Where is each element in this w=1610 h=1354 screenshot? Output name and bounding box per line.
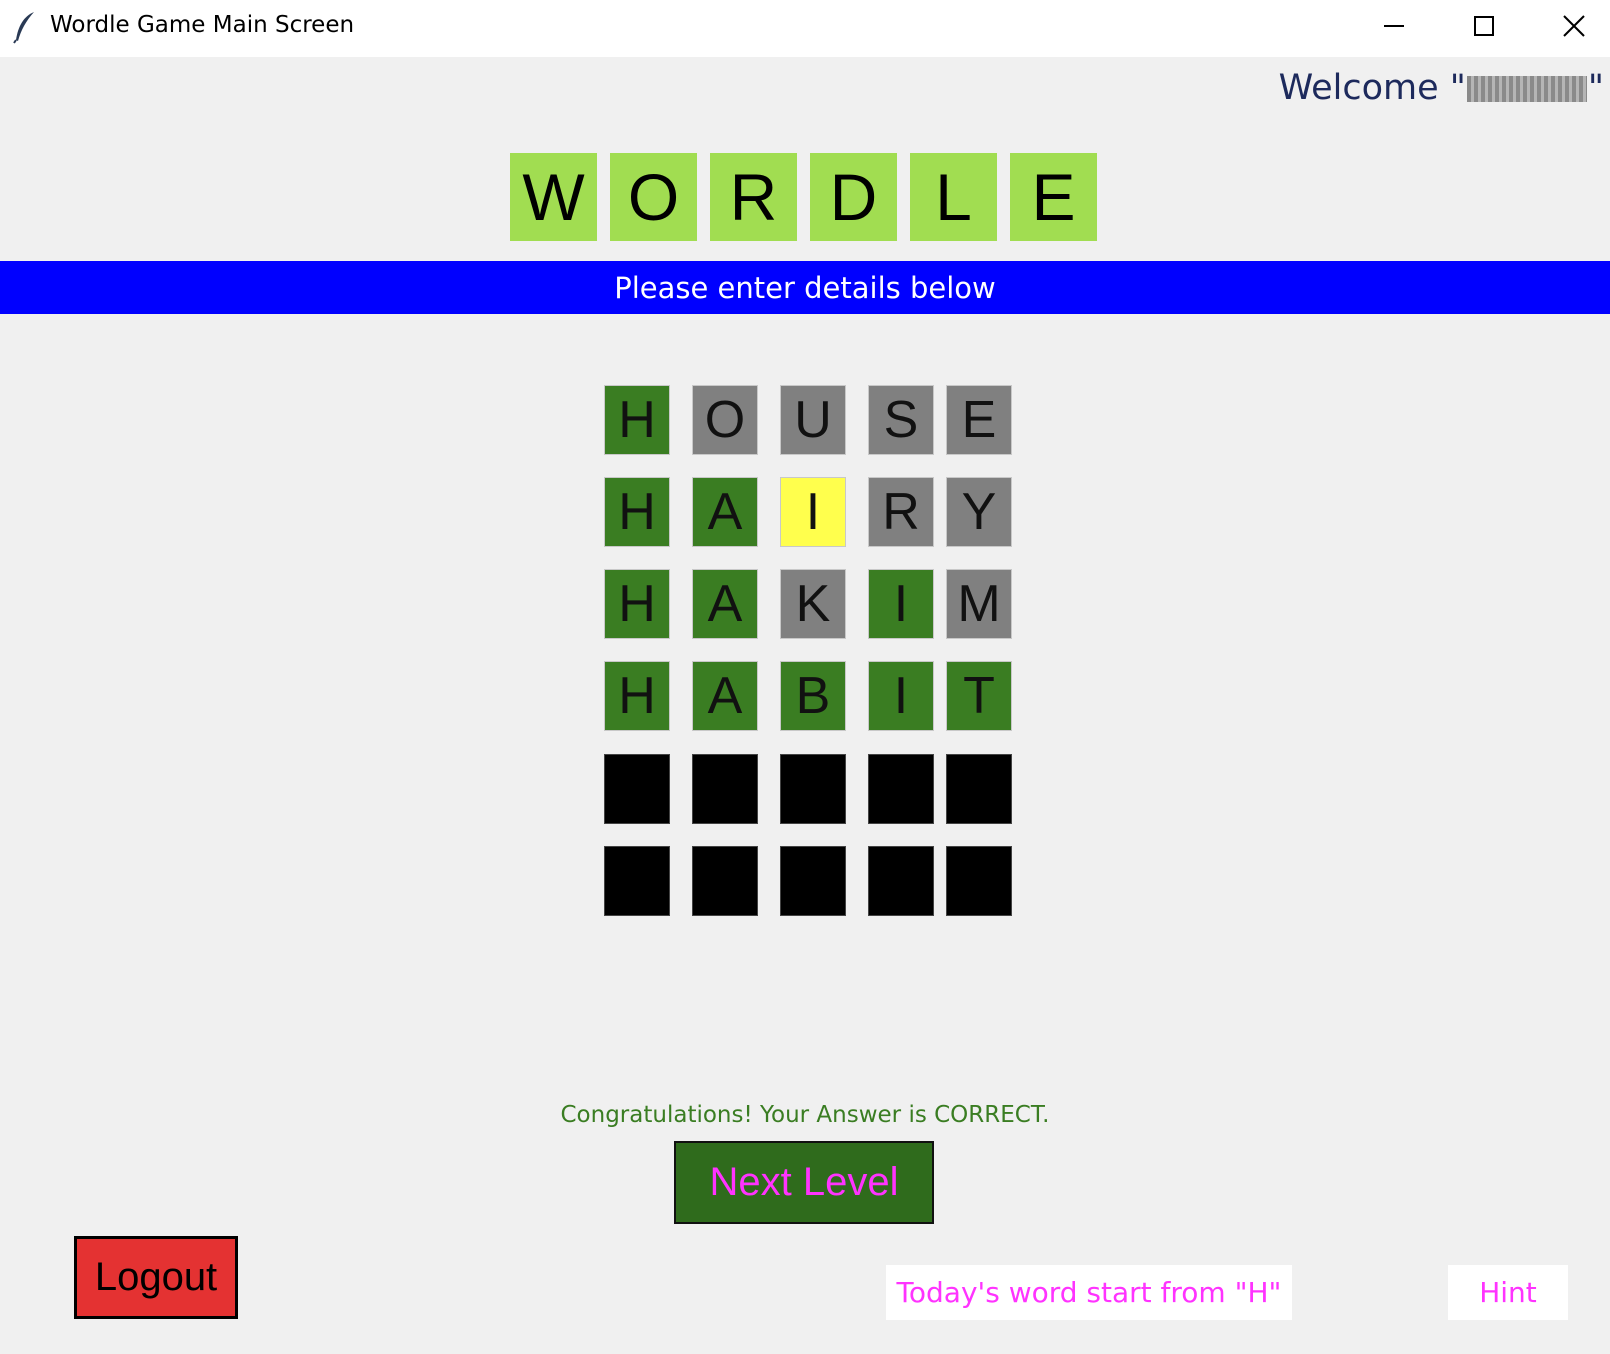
welcome-message: Welcome " " — [1279, 68, 1604, 108]
next-level-button[interactable]: Next Level — [674, 1141, 934, 1224]
logo-tile: L — [910, 153, 997, 241]
letter-cell-green: I — [868, 661, 934, 731]
empty-letter-cell — [780, 754, 846, 824]
feather-icon — [13, 12, 34, 44]
title-bar: Wordle Game Main Screen — [0, 0, 1610, 57]
empty-letter-cell — [780, 846, 846, 916]
instruction-banner: Please enter details below — [0, 261, 1610, 314]
close-icon — [1563, 15, 1585, 37]
letter-cell-green: H — [604, 385, 670, 455]
empty-letter-cell — [946, 754, 1012, 824]
empty-letter-cell — [604, 846, 670, 916]
empty-letter-cell — [868, 846, 934, 916]
empty-letter-cell — [692, 754, 758, 824]
logo-tile: W — [510, 153, 597, 241]
letter-cell-green: A — [692, 477, 758, 547]
maximize-icon — [1474, 16, 1494, 36]
empty-letter-cell — [868, 754, 934, 824]
letter-cell-gray: M — [946, 569, 1012, 639]
letter-cell-green: H — [604, 569, 670, 639]
minimize-button[interactable] — [1350, 0, 1440, 52]
letter-cell-gray: E — [946, 385, 1012, 455]
letter-cell-gray: Y — [946, 477, 1012, 547]
redacted-username — [1466, 76, 1587, 102]
logo-tile: O — [610, 153, 697, 241]
logo-tile: D — [810, 153, 897, 241]
letter-cell-green: A — [692, 569, 758, 639]
minimize-icon — [1384, 25, 1404, 27]
hint-text: Today's word start from "H" — [886, 1265, 1292, 1320]
result-message: Congratulations! Your Answer is CORRECT. — [560, 1102, 1050, 1128]
letter-cell-gray: U — [780, 385, 846, 455]
logout-button[interactable]: Logout — [74, 1236, 238, 1319]
empty-letter-cell — [692, 846, 758, 916]
empty-letter-cell — [946, 846, 1012, 916]
letter-cell-green: I — [868, 569, 934, 639]
letter-cell-gray: K — [780, 569, 846, 639]
window-title: Wordle Game Main Screen — [50, 12, 355, 38]
letter-cell-gray: S — [868, 385, 934, 455]
empty-letter-cell — [604, 754, 670, 824]
letter-cell-gray: O — [692, 385, 758, 455]
close-button[interactable] — [1530, 0, 1610, 52]
letter-cell-green: H — [604, 477, 670, 547]
welcome-suffix: " — [1587, 68, 1604, 108]
letter-cell-green: H — [604, 661, 670, 731]
maximize-button[interactable] — [1440, 0, 1530, 52]
letter-cell-green: T — [946, 661, 1012, 731]
welcome-prefix: Welcome " — [1278, 68, 1466, 108]
letter-cell-green: A — [692, 661, 758, 731]
letter-cell-green: B — [780, 661, 846, 731]
hint-button[interactable]: Hint — [1448, 1265, 1568, 1320]
logo-tile: R — [710, 153, 797, 241]
letter-cell-gray: R — [868, 477, 934, 547]
logo-tile: E — [1010, 153, 1097, 241]
letter-cell-yellow: I — [780, 477, 846, 547]
